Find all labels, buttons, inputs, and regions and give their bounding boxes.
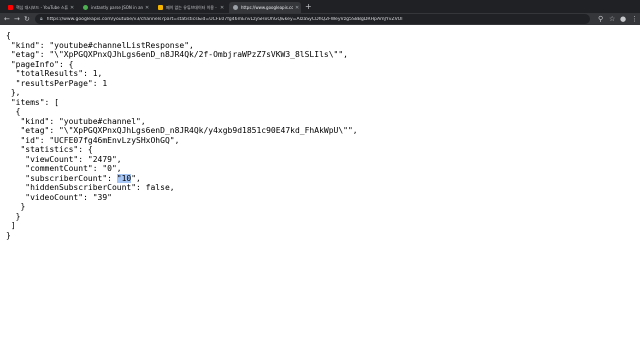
selected-text[interactable]: "10 (116, 173, 132, 183)
tab-google-doc[interactable]: 페이 없는 유튜브데이터 이용 - Go ✕ (154, 2, 226, 13)
json-line: "pageInfo": { (6, 59, 74, 69)
tab-googleapis[interactable]: https://www.googleapis.com/yo ✕ (229, 2, 301, 13)
profile-avatar-icon[interactable]: ● (620, 14, 626, 24)
menu-dots-icon[interactable]: ⋮ (631, 14, 638, 24)
tab-title: instantly parse JSON in any la (91, 5, 143, 10)
close-tab-icon[interactable]: ✕ (295, 5, 299, 11)
reload-icon[interactable]: ↻ (24, 14, 30, 24)
json-line: "viewCount": "2479", (6, 154, 122, 164)
json-line: "kind": "youtube#channel", (6, 116, 146, 126)
page-content: { "kind": "youtube#channelListResponse",… (0, 25, 640, 360)
json-line: { (6, 31, 11, 40)
bookmark-star-icon[interactable]: ☆ (609, 14, 615, 24)
json-line: } (6, 230, 11, 240)
json-value-end: ", (131, 173, 141, 183)
browser-chrome: 핵심 대시보드 - YouTube 스튜디오 ✕ instantly parse… (0, 0, 640, 25)
search-icon[interactable]: ⚲ (598, 14, 603, 24)
tab-strip: 핵심 대시보드 - YouTube 스튜디오 ✕ instantly parse… (0, 0, 640, 13)
toolbar: ← → ↻ 🔒︎ https://www.googleapis.com/yout… (0, 13, 640, 25)
json-line: "kind": "youtube#channelListResponse", (6, 40, 194, 50)
json-line: { (6, 107, 21, 116)
json-line: }, (6, 88, 21, 97)
close-tab-icon[interactable]: ✕ (220, 5, 224, 11)
json-line: "hiddenSubscriberCount": false, (6, 183, 175, 192)
globe-icon (233, 5, 238, 10)
json-line: "resultsPerPage": 1 (6, 78, 108, 88)
quicktype-icon (83, 5, 88, 10)
close-tab-icon[interactable]: ✕ (145, 5, 149, 11)
new-tab-plus-icon[interactable]: + (305, 3, 312, 11)
tab-title: 핵심 대시보드 - YouTube 스튜디오 (16, 4, 68, 10)
json-line: "statistics": { (6, 145, 93, 154)
json-line: } (6, 211, 21, 221)
json-line: "items": [ (6, 97, 59, 107)
address-bar[interactable]: 🔒︎ https://www.googleapis.com/youtube/v3… (35, 14, 590, 24)
json-line: ] (6, 221, 16, 230)
tab-youtube-studio[interactable]: 핵심 대시보드 - YouTube 스튜디오 ✕ (4, 2, 76, 13)
forward-arrow-icon[interactable]: → (14, 14, 20, 24)
json-line: "etag": "\"XpPGQXPnxQJhLgs6enD_n8JR4Qk/y… (6, 126, 358, 135)
back-arrow-icon[interactable]: ← (4, 14, 10, 24)
doc-icon (158, 5, 163, 10)
json-line: "id": "UCFE07fg46mEnvLzySHxOhGQ", (6, 135, 180, 145)
address-url[interactable]: https://www.googleapis.com/youtube/v3/ch… (47, 17, 403, 22)
json-line: "totalResults": 1, (6, 69, 103, 78)
json-line: "etag": "\"XpPGQXPnxQJhLgs6enD_n8JR4Qk/2… (6, 50, 348, 59)
tab-title: 페이 없는 유튜브데이터 이용 - Go (166, 4, 218, 10)
json-line: } (6, 202, 26, 211)
youtube-studio-icon (8, 5, 13, 10)
json-response[interactable]: { "kind": "youtube#channelListResponse",… (6, 31, 358, 240)
lock-icon: 🔒︎ (40, 16, 43, 22)
json-line: "commentCount": "0", (6, 164, 122, 173)
json-line: "videoCount": "39" (6, 192, 112, 202)
tab-quicktype[interactable]: instantly parse JSON in any la ✕ (79, 2, 151, 13)
tab-title: https://www.googleapis.com/yo (241, 5, 293, 10)
json-line-subscriber-count: "subscriberCount": "10", (6, 173, 141, 183)
close-tab-icon[interactable]: ✕ (70, 5, 74, 11)
json-key: "subscriberCount": (6, 173, 117, 183)
